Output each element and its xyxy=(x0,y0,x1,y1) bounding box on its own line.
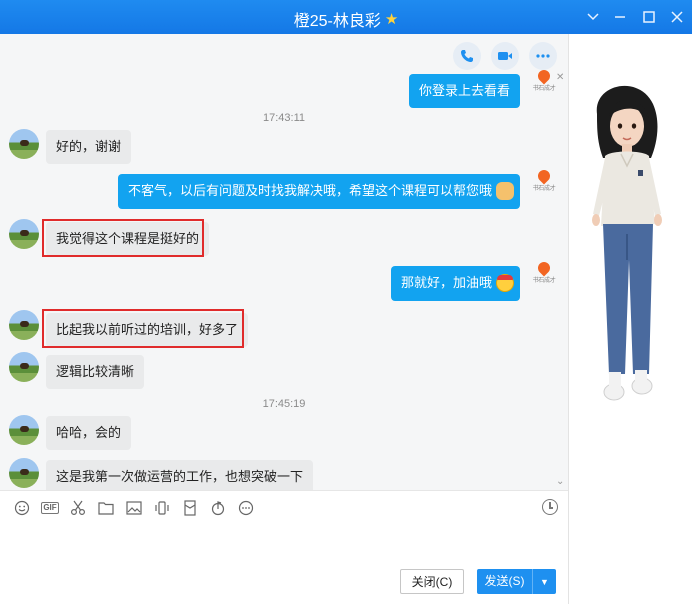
minimize-icon[interactable] xyxy=(605,0,635,34)
determined-face-emoji-icon xyxy=(496,273,514,292)
scroll-down-icon[interactable]: ⌄ xyxy=(556,476,564,487)
maximize-icon[interactable] xyxy=(634,0,664,34)
phone-call-icon[interactable] xyxy=(453,42,481,70)
agent-avatar[interactable]: 书石成才 xyxy=(531,167,557,196)
title-bar: 橙25-林良彩 ★ xyxy=(0,0,692,34)
character-figure xyxy=(592,85,662,401)
close-icon[interactable] xyxy=(662,0,692,34)
video-call-icon[interactable] xyxy=(491,42,519,70)
user-avatar[interactable] xyxy=(9,458,39,488)
contact-show-panel xyxy=(568,34,692,604)
agent-avatar[interactable]: 书石成才 xyxy=(531,67,557,96)
highlight-box xyxy=(42,309,244,348)
agent-avatar[interactable]: 书石成才 xyxy=(531,259,557,288)
red-packet-icon[interactable] xyxy=(176,494,204,522)
emoji-icon[interactable] xyxy=(8,494,36,522)
more-icon[interactable] xyxy=(529,42,557,70)
message-text: 不客气，以后有问题及时找我解决哦，希望这个课程可以帮您哦 xyxy=(127,183,492,198)
send-button[interactable]: 发送(S) ▼ xyxy=(477,569,556,594)
user-avatar[interactable] xyxy=(9,415,39,445)
more-tools-icon[interactable] xyxy=(232,494,260,522)
chat-history[interactable]: 你登录上去看看 书石成才 17:43:11 好的，谢谢 不客气，以后有问题及时找… xyxy=(0,34,568,490)
brand-drop-icon xyxy=(535,259,553,277)
input-toolbar: GIF xyxy=(0,490,568,524)
handshake-emoji-icon xyxy=(496,181,514,200)
music-icon[interactable] xyxy=(204,494,232,522)
chevron-down-icon[interactable]: ▼ xyxy=(533,577,556,587)
message-bubble-incoming[interactable]: 逻辑比较清晰 xyxy=(46,355,145,389)
message-bubble-incoming[interactable]: 好的，谢谢 xyxy=(46,130,132,164)
brand-drop-icon xyxy=(535,67,553,85)
message-bubble-outgoing[interactable]: 不客气，以后有问题及时找我解决哦，希望这个课程可以帮您哦 xyxy=(117,174,520,209)
highlight-box xyxy=(42,219,204,257)
gif-icon[interactable]: GIF xyxy=(41,501,59,514)
brand-drop-icon xyxy=(535,167,553,185)
user-avatar[interactable] xyxy=(9,352,39,382)
message-bubble-incoming[interactable]: 哈哈，会的 xyxy=(46,416,132,450)
image-icon[interactable] xyxy=(120,494,148,522)
timestamp: 17:45:19 xyxy=(262,398,306,410)
folder-icon[interactable] xyxy=(92,494,120,522)
shake-icon[interactable] xyxy=(148,494,176,522)
close-button[interactable]: 关闭(C) xyxy=(400,569,464,594)
message-bubble-incoming[interactable]: 这是我第一次做运营的工作，也想突破一下 xyxy=(46,460,314,490)
send-button-label[interactable]: 发送(S) xyxy=(477,569,533,594)
star-icon: ★ xyxy=(384,11,399,28)
message-text: 那就好，加油哦 xyxy=(400,275,492,290)
timestamp: 17:43:11 xyxy=(262,112,305,124)
window-title-text: 橙25-林良彩 xyxy=(293,13,381,30)
user-avatar[interactable] xyxy=(9,310,39,340)
scroll-up-icon[interactable]: ✕ xyxy=(556,72,564,83)
user-avatar[interactable] xyxy=(9,129,39,159)
message-bubble-outgoing[interactable]: 那就好，加油哦 xyxy=(390,266,520,301)
scissors-icon[interactable] xyxy=(64,494,92,522)
history-clock-icon[interactable] xyxy=(542,499,558,515)
message-bubble-outgoing[interactable]: 你登录上去看看 xyxy=(408,74,520,108)
user-avatar[interactable] xyxy=(9,219,39,249)
chevron-down-icon[interactable] xyxy=(578,0,608,34)
